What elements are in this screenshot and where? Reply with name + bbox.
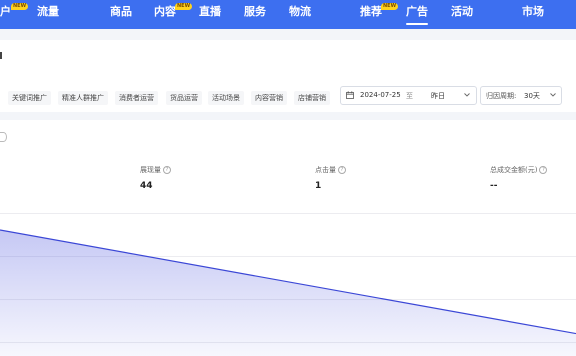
nav-item-live[interactable]: 直播	[199, 0, 221, 29]
date-picker[interactable]: 2024-07-25 至 昨日	[340, 86, 477, 105]
nav-item-content[interactable]: 内容 NEW	[154, 0, 193, 29]
nav-item-logistics[interactable]: 物流	[289, 0, 311, 29]
chevron-down-icon	[464, 93, 470, 97]
tab-store-marketing[interactable]: 店铺营销	[294, 91, 330, 105]
nav-item-products[interactable]: 商品	[110, 0, 132, 29]
attribution-period-select[interactable]: 归因周期: 30天	[480, 86, 562, 105]
tab-content-marketing[interactable]: 内容营销	[251, 91, 287, 105]
new-badge: NEW	[381, 3, 399, 10]
tab-consumer-ops[interactable]: 消费者运营	[115, 91, 158, 105]
nav-item-market[interactable]: 市场	[522, 0, 544, 29]
top-nav: 户 NEW 流量 商品 内容 NEW 直播 服务 物流 推荐 NEW 广告 活动 市场	[0, 0, 576, 29]
chevron-down-icon	[550, 93, 556, 97]
nav-item-service[interactable]: 服务	[244, 0, 266, 29]
nav-item-traffic[interactable]: 流量	[37, 0, 59, 29]
period-value: 30天	[524, 92, 540, 100]
date-preset: 昨日	[431, 92, 445, 100]
nav-item-account[interactable]: 户 NEW	[0, 0, 29, 29]
date-value: 2024-07-25	[360, 91, 401, 99]
nav-item-recommend[interactable]: 推荐 NEW	[360, 0, 399, 29]
tab-activity-scene[interactable]: 活动场景	[208, 91, 244, 105]
new-badge: NEW	[175, 3, 193, 10]
nav-item-ads[interactable]: 广告	[406, 0, 428, 29]
period-label: 归因周期:	[486, 92, 517, 100]
nav-item-activities[interactable]: 活动	[451, 0, 473, 29]
trend-chart	[0, 229, 576, 356]
panel-title-fragment	[0, 52, 2, 59]
tab-goods-ops[interactable]: 货品运营	[166, 91, 202, 105]
new-badge: NEW	[11, 3, 29, 10]
series-area	[0, 230, 576, 356]
tab-keyword-promotion[interactable]: 关键词推广	[8, 91, 51, 105]
calendar-icon	[346, 91, 354, 99]
tab-precise-audience[interactable]: 精准人群推广	[58, 91, 108, 105]
date-separator: 至	[406, 92, 413, 100]
